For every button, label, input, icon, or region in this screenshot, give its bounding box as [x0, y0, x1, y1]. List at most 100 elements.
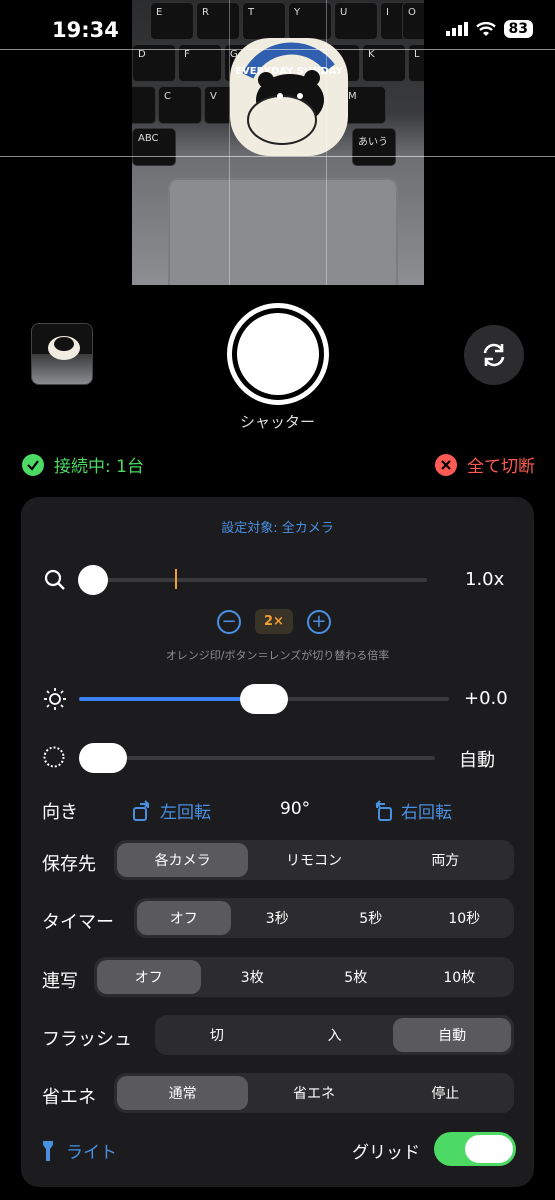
keyboard-key-label: V: [210, 91, 217, 102]
flash-label: フラッシュ: [42, 1029, 132, 1050]
burst-option[interactable]: オフ: [97, 960, 201, 994]
keyboard-key-label: D: [138, 49, 146, 60]
zoom-out-button[interactable]: −: [217, 609, 241, 634]
grid-toggle[interactable]: [434, 1132, 516, 1166]
rotate-left-button[interactable]: 左回転: [132, 798, 211, 823]
grid-line: [326, 0, 327, 285]
keyboard-key-label: M: [348, 91, 357, 102]
rotate-left-icon: [133, 799, 150, 821]
timer-option[interactable]: オフ: [137, 901, 231, 935]
flash-segmented: 切入自動: [155, 1015, 514, 1055]
settings-panel: 設定対象: 全カメラ 1.0x − 2× + オレンジ印/ボタン＝レンズが切り替…: [21, 497, 534, 1187]
orientation-angle: 90°: [280, 799, 311, 819]
keyboard-key-label: ABC: [138, 133, 159, 144]
disconnect-all-label: 全て切断: [467, 457, 535, 477]
focus-icon: [43, 746, 65, 768]
rotate-right-icon: [375, 799, 392, 821]
burst-label: 連写: [42, 971, 78, 992]
flash-option[interactable]: 自動: [393, 1018, 512, 1052]
brightness-icon: [44, 688, 66, 710]
sticker-image: EVERYDAY SUNDAY: [230, 38, 348, 156]
zoom-slider-thumb[interactable]: [78, 565, 108, 595]
exposure-slider-fill: [79, 697, 264, 701]
flash-option[interactable]: 切: [158, 1018, 276, 1052]
rotate-right-label: 右回転: [401, 803, 452, 823]
keyboard-key: C: [158, 86, 202, 124]
timer-option[interactable]: 3秒: [231, 901, 325, 935]
grid-line: [0, 156, 555, 157]
save-to-label: 保存先: [42, 854, 96, 875]
flashlight-button[interactable]: ライト: [42, 1138, 117, 1163]
burst-option[interactable]: 5枚: [304, 960, 408, 994]
camera-preview[interactable]: ERTYUIOPDFGHJKLXCVBNMABCあいう EVERYDAY SUN…: [132, 0, 424, 285]
shutter-label: シャッター: [239, 413, 315, 431]
connection-status: 接続中: 1台: [22, 452, 144, 477]
switch-camera-button[interactable]: [464, 325, 524, 385]
keyboard-key-label: L: [414, 49, 420, 60]
keyboard-key: U: [334, 2, 378, 40]
keyboard-key-label: F: [184, 49, 190, 60]
exposure-value: +0.0: [464, 688, 508, 709]
focus-slider[interactable]: [79, 756, 435, 760]
keyboard-key-label: Y: [294, 7, 301, 18]
keyboard-key: E: [150, 2, 194, 40]
keyboard-key: O: [402, 2, 424, 40]
keyboard-key: X: [132, 86, 156, 124]
zoom-slider[interactable]: [87, 578, 427, 582]
burst-option[interactable]: 10枚: [408, 960, 512, 994]
zoom-value: 1.0x: [465, 569, 505, 590]
grid-line: [229, 0, 230, 285]
plus-icon: +: [311, 610, 327, 632]
minus-icon: −: [221, 610, 237, 632]
cellular-signal-icon: [445, 22, 468, 36]
flashlight-icon: [43, 1140, 53, 1161]
shutter-button[interactable]: [227, 303, 329, 405]
keyboard-key: ABC: [132, 128, 176, 166]
keyboard-key-label: I: [386, 7, 389, 18]
save-to-option[interactable]: 両方: [380, 843, 511, 877]
flash-option[interactable]: 入: [276, 1018, 394, 1052]
keyboard-key-label: E: [156, 7, 163, 18]
wifi-icon: [475, 21, 496, 36]
save-to-option[interactable]: リモコン: [248, 843, 379, 877]
rotate-right-button[interactable]: 右回転: [373, 798, 452, 823]
keyboard-key: T: [242, 2, 286, 40]
lens-switch-marker: [175, 569, 177, 589]
keyboard-key-label: K: [368, 49, 375, 60]
focus-value: 自動: [459, 750, 495, 771]
orientation-label: 向き: [42, 802, 78, 823]
keyboard-key-label: C: [164, 91, 171, 102]
status-icons: 83: [445, 20, 533, 38]
keyboard-key-label: O: [408, 7, 416, 18]
battery-indicator: 83: [503, 20, 533, 38]
power-option[interactable]: 省エネ: [248, 1076, 379, 1110]
zoom-in-button[interactable]: +: [306, 609, 331, 634]
grid-label: グリッド: [352, 1143, 420, 1163]
last-photo-thumbnail[interactable]: [31, 323, 93, 385]
timer-label: タイマー: [42, 912, 114, 933]
power-label: 省エネ: [42, 1087, 96, 1108]
camera-rotate-icon: [483, 343, 505, 367]
keyboard-key: M: [342, 86, 386, 124]
flashlight-label: ライト: [66, 1143, 117, 1163]
connection-status-text: 接続中: 1台: [54, 457, 144, 477]
save-to-option[interactable]: 各カメラ: [117, 843, 249, 877]
power-option[interactable]: 通常: [117, 1076, 249, 1110]
timer-option[interactable]: 5秒: [324, 901, 418, 935]
zoom-note: オレンジ印/ボタン＝レンズが切り替わる倍率: [165, 649, 390, 662]
zoom-controls: − 2× +: [217, 609, 331, 634]
disconnect-all-button[interactable]: 全て切断: [435, 452, 535, 477]
burst-option[interactable]: 3枚: [201, 960, 305, 994]
power-option[interactable]: 停止: [380, 1076, 511, 1110]
zoom-preset-button[interactable]: 2×: [255, 609, 293, 634]
keyboard-key: R: [196, 2, 240, 40]
timer-option[interactable]: 10秒: [418, 901, 512, 935]
power-segmented: 通常 省エネ 停止: [114, 1073, 514, 1113]
rotate-left-label: 左回転: [160, 803, 211, 823]
exposure-slider-thumb[interactable]: [240, 684, 288, 714]
settings-target: 設定対象: 全カメラ: [221, 521, 334, 536]
keyboard-key-label: R: [202, 7, 209, 18]
magnifier-icon: [44, 569, 65, 590]
status-time: 19:34: [52, 18, 119, 42]
focus-slider-thumb[interactable]: [79, 743, 127, 773]
